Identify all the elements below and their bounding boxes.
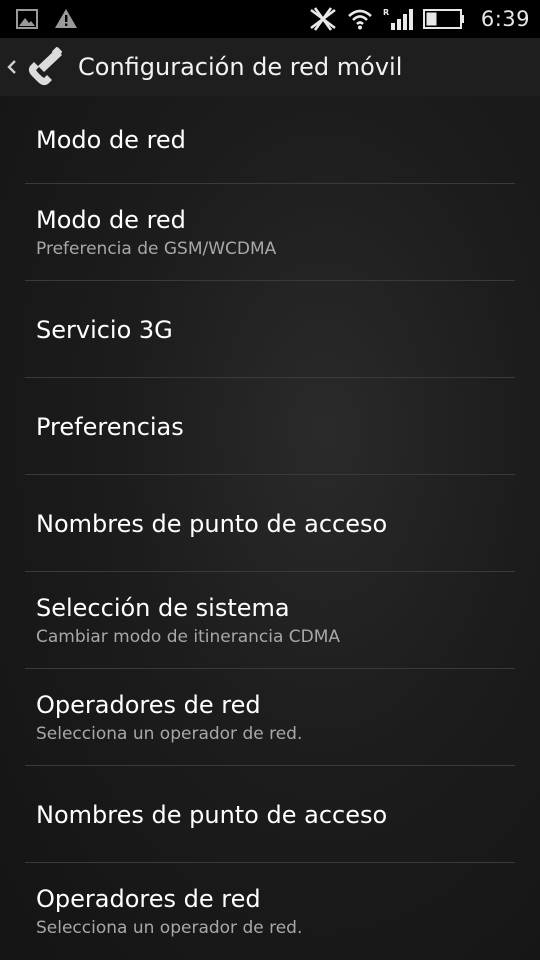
list-item-access-point-names[interactable]: Nombres de punto de acceso xyxy=(0,475,540,572)
list-item-summary: Cambiar modo de itinerancia CDMA xyxy=(36,626,341,647)
status-bar: R 6:39 xyxy=(0,0,540,38)
battery-icon xyxy=(422,9,465,29)
list-item-3g-service[interactable]: Servicio 3G xyxy=(0,281,540,378)
warning-icon xyxy=(54,8,78,29)
list-item-title: Preferencias xyxy=(36,412,184,441)
list-item-title: Modo de red xyxy=(36,205,186,234)
list-item-summary: Selecciona un operador de red. xyxy=(36,917,303,938)
chevron-left-icon xyxy=(7,60,16,74)
list-item-title: Operadores de red xyxy=(36,690,261,719)
list-item-title: Nombres de punto de acceso xyxy=(36,509,388,538)
list-item-title: Servicio 3G xyxy=(36,315,173,344)
phone-handset-icon xyxy=(28,47,62,86)
up-navigation-button[interactable] xyxy=(0,38,66,96)
status-bar-system: R 6:39 xyxy=(309,4,530,34)
list-item-network-mode-preference[interactable]: Modo de red Preferencia de GSM/WCDMA xyxy=(0,184,540,281)
wifi-icon xyxy=(347,8,373,30)
status-clock: 6:39 xyxy=(480,7,530,31)
list-item-network-mode[interactable]: Modo de red xyxy=(0,96,540,184)
list-item-title: Selección de sistema xyxy=(36,593,290,622)
roaming-indicator: R xyxy=(383,8,389,17)
list-item-system-selection[interactable]: Selección de sistema Cambiar modo de iti… xyxy=(0,572,540,669)
list-item-summary: Preferencia de GSM/WCDMA xyxy=(36,238,277,259)
list-item-network-operators[interactable]: Operadores de red Selecciona un operador… xyxy=(0,669,540,766)
list-item-title: Operadores de red xyxy=(36,884,261,913)
screen: R 6:39 Configuración de red móvil Modo d… xyxy=(0,0,540,960)
signal-icon: R xyxy=(383,7,413,31)
list-item-network-operators-2[interactable]: Operadores de red Selecciona un operador… xyxy=(0,863,540,960)
page-title: Configuración de red móvil xyxy=(78,53,403,81)
preference-list: Modo de red Modo de red Preferencia de G… xyxy=(0,96,540,960)
list-item-preferences[interactable]: Preferencias xyxy=(0,378,540,475)
list-item-summary: Selecciona un operador de red. xyxy=(36,723,303,744)
action-bar: Configuración de red móvil xyxy=(0,38,540,96)
list-item-access-point-names-2[interactable]: Nombres de punto de acceso xyxy=(0,766,540,863)
gallery-notification-icon xyxy=(16,8,38,29)
no-data-icon xyxy=(309,6,337,32)
list-item-title: Modo de red xyxy=(36,126,186,154)
list-item-title: Nombres de punto de acceso xyxy=(36,800,388,829)
status-bar-notifications xyxy=(16,8,78,29)
